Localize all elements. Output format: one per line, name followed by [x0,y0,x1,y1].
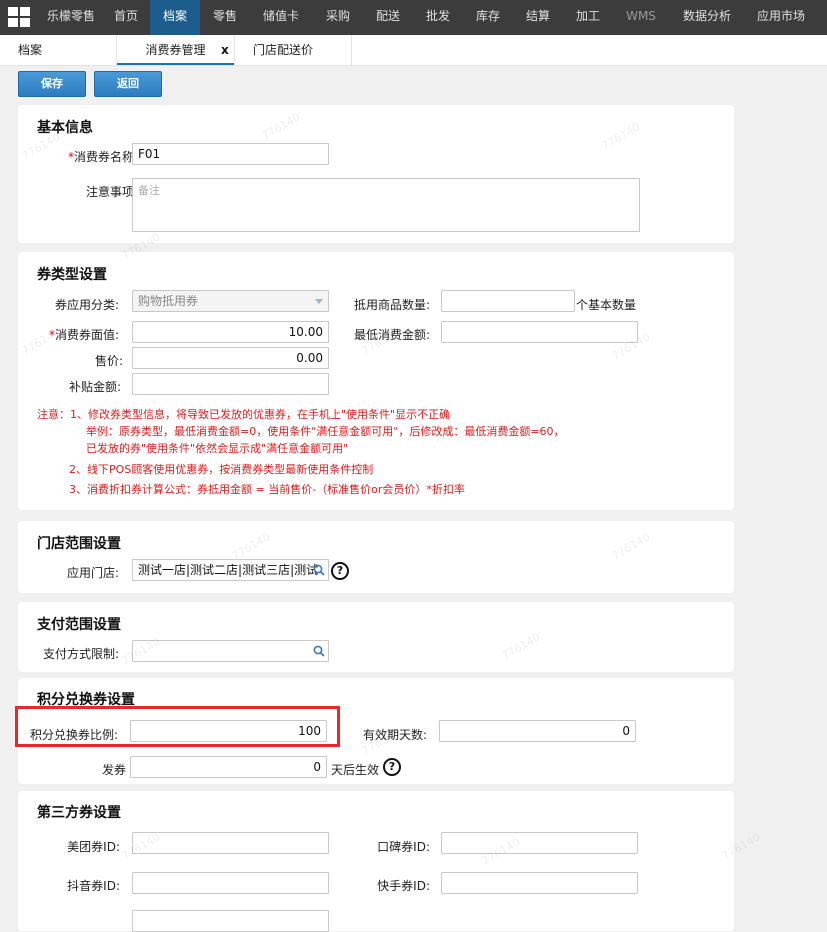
meituan-id-input[interactable] [132,832,329,854]
nav-item-purchase[interactable]: 采购 [316,0,360,35]
qty-suffix: 个基本数量 [576,298,637,312]
notice-line-2: 举例：原券类型，最低消费金额=0，使用条件"满任意金额可用"，后修改成：最低消费… [86,425,565,438]
tab-coupon-management-label: 消费券管理 [145,43,206,57]
tab-archive[interactable]: 档案 [18,35,42,65]
help-icon[interactable]: ? [331,562,349,580]
nav-item-distribution[interactable]: 配送 [366,0,410,35]
section-title-payment: 支付范围设置 [37,617,121,633]
tab-store-delivery-price[interactable]: 门店配送价 [253,35,313,65]
face-value-input[interactable]: 10.00 [132,321,329,343]
store-input[interactable]: 测试一店|测试二店|测试三店|测试 [132,559,329,581]
koubei-id-label: 口碑券ID: [377,840,430,854]
issue-label: 发券 [101,763,126,777]
highlight-box [15,706,340,747]
notice-line-5: 3、消费折扣券计算公式：券抵用金额 = 当前售价-（标准售价or会员价）*折扣率 [69,483,465,496]
store-label: 应用门店: [66,566,119,580]
tab-divider [351,35,352,65]
payment-label: 支付方式限制: [42,647,119,661]
meituan-id-label: 美团券ID: [67,840,120,854]
tab-close-icon[interactable]: x [221,43,229,57]
search-icon[interactable] [313,645,325,657]
section-title-store: 门店范围设置 [37,536,121,552]
section-title-third-party: 第三方券设置 [37,805,121,821]
douyin-id-input[interactable] [132,872,329,894]
subsidy-input[interactable] [132,373,329,395]
notes-label: 注意事项: [85,185,138,199]
help-icon[interactable]: ? [383,758,401,776]
store-input-value: 测试一店|测试二店|测试三店|测试 [138,563,319,577]
koubei-id-input[interactable] [441,832,638,854]
nav-item-wholesale[interactable]: 批发 [416,0,460,35]
category-label: 券应用分类: [54,298,119,312]
nav-item-data-analysis[interactable]: 数据分析 [674,0,740,35]
qty-label: 抵用商品数量: [353,298,430,312]
subsidy-label: 补贴金额: [68,380,121,394]
nav-item-inventory[interactable]: 库存 [466,0,510,35]
notes-textarea[interactable]: 备注 [132,178,640,232]
coupon-name-label: *消费券名称: [38,148,138,165]
nav-item-stored-value-card[interactable]: 储值卡 [255,0,307,35]
top-nav-bar: 乐檬零售 首页 档案 零售 储值卡 采购 配送 批发 库存 结算 加工 WMS … [0,0,827,35]
category-select[interactable]: 购物抵用券 [132,290,329,312]
notice-line-3: 已发放的券"使用条件"依然会显示成"满任意金额可用" [86,442,349,455]
nav-item-home[interactable]: 首页 [104,0,148,35]
tab-bar: 档案 消费券管理 x 门店配送价 [0,35,827,66]
min-spend-input[interactable] [441,321,638,343]
next-field-input[interactable] [132,910,329,932]
nav-item-settlement[interactable]: 结算 [516,0,560,35]
kuaishou-id-input[interactable] [441,872,638,894]
issue-suffix: 天后生效 [331,763,380,777]
price-input[interactable]: 0.00 [132,347,329,369]
validity-days-input[interactable]: 0 [439,720,636,742]
section-title-type: 券类型设置 [37,267,107,283]
face-value-label-text: 消费券面值: [54,328,119,342]
tab-coupon-management[interactable]: 消费券管理 [117,35,234,65]
coupon-name-label-text: 消费券名称: [73,150,138,164]
tab-divider [234,35,235,65]
kuaishou-id-label: 快手券ID: [377,879,430,893]
save-button[interactable]: 保存 [18,71,86,97]
nav-item-archive[interactable]: 档案 [150,0,200,35]
notice-line-4: 2、线下POS顾客使用优惠券，按消费券类型最新使用条件控制 [69,463,374,476]
nav-item-retail[interactable]: 零售 [202,0,248,35]
category-select-value: 购物抵用券 [138,294,199,308]
type-settings-panel: 券类型设置 券应用分类: 购物抵用券 抵用商品数量: 个基本数量 *消费券面值:… [18,252,734,510]
section-title-basic: 基本信息 [37,120,93,136]
store-scope-panel: 门店范围设置 应用门店: 测试一店|测试二店|测试三店|测试 ? [18,521,734,593]
search-icon[interactable] [313,564,325,576]
nav-brand[interactable]: 乐檬零售 [40,0,102,35]
chevron-down-icon [315,299,323,304]
nav-item-processing[interactable]: 加工 [566,0,610,35]
douyin-id-label: 抖音券ID: [67,879,120,893]
nav-item-app-market[interactable]: 应用市场 [748,0,814,35]
payment-input[interactable] [132,640,329,662]
back-button[interactable]: 返回 [94,71,162,97]
app-grid-icon[interactable] [8,7,31,28]
qty-input[interactable] [441,290,575,312]
issue-delay-input[interactable]: 0 [130,756,327,778]
coupon-name-input[interactable]: F01 [132,143,329,165]
notice-line-1: 注意：1、修改券类型信息，将导致已发放的优惠券，在手机上"使用条件"显示不正确 [37,408,451,421]
nav-item-wms[interactable]: WMS [618,0,664,35]
price-label: 售价: [94,354,123,368]
